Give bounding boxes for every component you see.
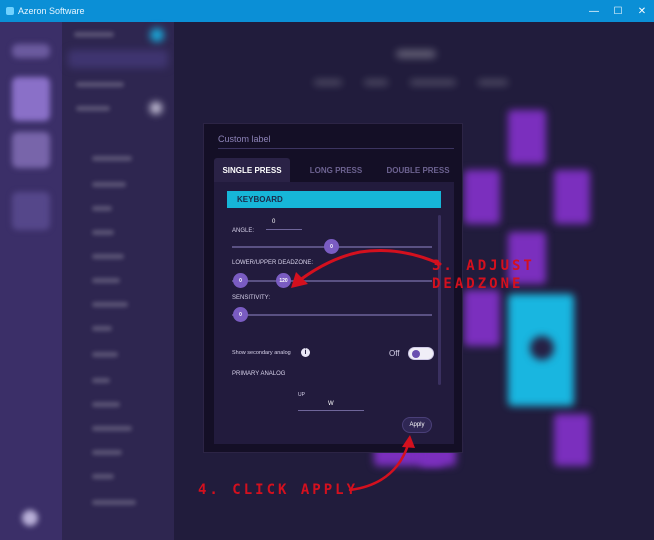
layout-tab[interactable] <box>314 80 342 85</box>
app-logo-icon <box>6 7 14 15</box>
apply-button[interactable]: Apply <box>402 417 432 433</box>
deadzone-slider-track[interactable] <box>232 280 432 282</box>
rail-item-settings[interactable] <box>12 192 50 230</box>
profile-panel <box>62 22 174 540</box>
key-tile[interactable] <box>554 170 590 224</box>
panel-line <box>92 206 112 211</box>
custom-label-field[interactable]: Custom label <box>218 134 271 144</box>
angle-value[interactable]: 0 <box>272 219 275 225</box>
panel-add-icon[interactable] <box>150 28 164 42</box>
settings-gear-icon[interactable] <box>22 510 38 526</box>
sensitivity-slider-track[interactable] <box>232 314 432 316</box>
close-button[interactable]: ✕ <box>630 0 654 22</box>
press-type-tabs: SINGLE PRESS LONG PRESS DOUBLE PRESS <box>214 158 459 182</box>
panel-line <box>92 278 120 283</box>
rail-item-profiles[interactable] <box>12 44 50 58</box>
panel-line <box>92 182 126 187</box>
panel-toggle-icon[interactable] <box>150 102 162 114</box>
window-title: Azeron Software <box>18 6 85 16</box>
window-controls: — ☐ ✕ <box>582 0 654 22</box>
panel-line <box>92 326 112 331</box>
panel-line <box>76 82 124 87</box>
sensitivity-label: SENSITIVITY: <box>232 295 271 301</box>
panel-line <box>92 156 132 161</box>
panel-line <box>92 302 128 307</box>
panel-selected-item[interactable] <box>68 50 168 68</box>
secondary-analog-label: Show secondary analog <box>232 350 291 356</box>
panel-line <box>92 254 124 259</box>
panel-line <box>92 474 114 479</box>
toggle-thumb <box>412 350 420 358</box>
deadzone-label: LOWER/UPPER DEADZONE: <box>232 260 314 266</box>
title-bar: Azeron Software — ☐ ✕ <box>0 0 654 22</box>
maximize-button[interactable]: ☐ <box>606 0 630 22</box>
step3-annotation-line1: 3. ADJUST <box>432 258 535 274</box>
content-scrollbar[interactable] <box>438 215 441 385</box>
panel-line <box>92 426 132 431</box>
rail-item-layout[interactable] <box>12 77 50 121</box>
panel-line <box>92 378 110 383</box>
info-icon[interactable]: i <box>301 348 310 357</box>
panel-line <box>92 230 114 235</box>
direction-up-label: UP <box>298 392 305 398</box>
up-key-underline <box>298 410 364 411</box>
secondary-analog-state: Off <box>389 349 400 358</box>
step3-annotation-line2: DEADZONE <box>432 276 524 292</box>
layout-title <box>396 50 436 58</box>
panel-line <box>92 450 122 455</box>
rail-item-device[interactable] <box>12 132 50 168</box>
tab-long-press[interactable]: LONG PRESS <box>296 158 376 182</box>
layout-tab[interactable] <box>478 80 508 85</box>
angle-slider-knob[interactable]: 0 <box>324 239 339 254</box>
tab-double-press[interactable]: DOUBLE PRESS <box>378 158 458 182</box>
sensitivity-slider-knob[interactable]: 0 <box>233 307 248 322</box>
keyboard-mode-bar[interactable]: KEYBOARD <box>227 191 441 208</box>
deadzone-lower-knob[interactable]: 0 <box>233 273 248 288</box>
key-config-dialog: Custom label SINGLE PRESS LONG PRESS DOU… <box>203 123 463 453</box>
layout-tab[interactable] <box>410 80 456 85</box>
primary-analog-label: PRIMARY ANALOG <box>232 371 286 377</box>
panel-line <box>76 106 110 111</box>
layout-tab[interactable] <box>364 80 388 85</box>
custom-label-underline <box>218 148 454 149</box>
step4-annotation: 4. CLICK APPLY <box>198 482 359 498</box>
panel-line <box>92 352 118 357</box>
angle-label: ANGLE: <box>232 228 255 234</box>
key-tile[interactable] <box>508 110 546 164</box>
key-tile[interactable] <box>464 170 500 224</box>
minimize-button[interactable]: — <box>582 0 606 22</box>
panel-line <box>92 500 136 505</box>
analog-stick-center[interactable] <box>530 336 554 360</box>
left-rail <box>0 22 62 540</box>
single-press-content: KEYBOARD ANGLE: 0 0 LOWER/UPPER DEADZONE… <box>214 182 454 444</box>
panel-heading <box>74 32 114 37</box>
up-key-value[interactable]: W <box>328 401 334 407</box>
key-tile[interactable] <box>464 290 500 346</box>
angle-input-underline <box>266 229 302 230</box>
key-tile[interactable] <box>554 414 590 466</box>
secondary-analog-toggle[interactable] <box>408 347 434 360</box>
deadzone-upper-knob[interactable]: 120 <box>276 273 291 288</box>
panel-line <box>92 402 120 407</box>
tab-single-press[interactable]: SINGLE PRESS <box>214 158 290 182</box>
